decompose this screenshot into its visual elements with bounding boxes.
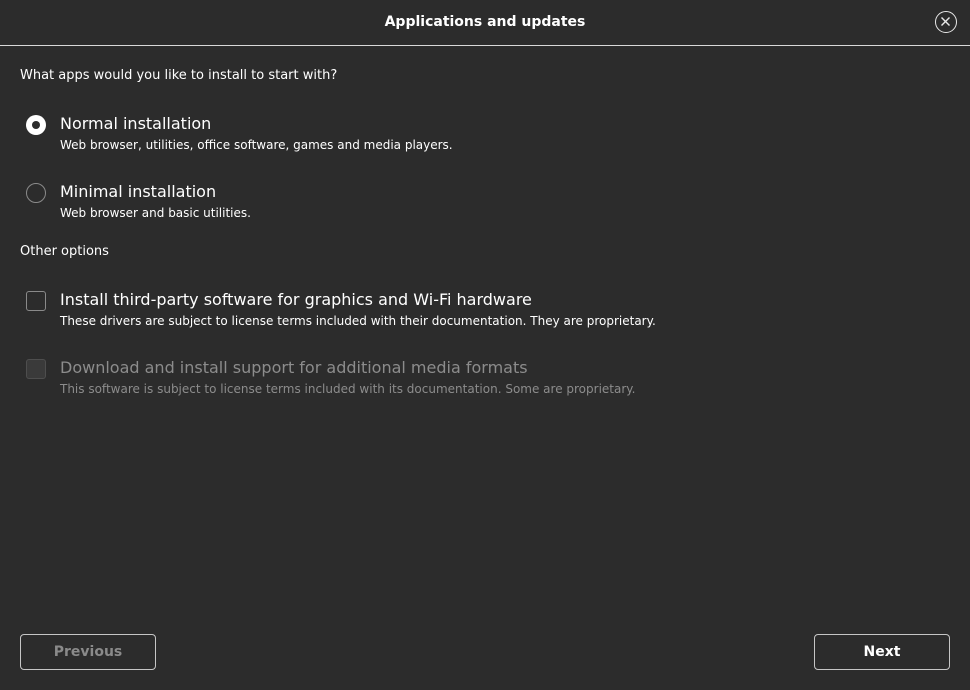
third-party-software-option[interactable]: Install third-party software for graphic… bbox=[26, 290, 926, 338]
option-label: Download and install support for additio… bbox=[60, 358, 528, 377]
media-formats-checkbox bbox=[26, 359, 46, 379]
install-type-question: What apps would you like to install to s… bbox=[20, 68, 338, 83]
next-button[interactable]: Next bbox=[814, 634, 950, 670]
option-label: Install third-party software for graphic… bbox=[60, 290, 532, 309]
title-bar: Applications and updates bbox=[0, 0, 970, 46]
media-formats-option: Download and install support for additio… bbox=[26, 358, 926, 406]
installer-window: Applications and updates What apps would… bbox=[0, 0, 970, 690]
option-description: Web browser, utilities, office software,… bbox=[60, 138, 453, 152]
other-options-heading: Other options bbox=[20, 244, 109, 259]
close-icon bbox=[941, 17, 950, 26]
option-label: Minimal installation bbox=[60, 182, 217, 201]
previous-button[interactable]: Previous bbox=[20, 634, 156, 670]
option-description: These drivers are subject to license ter… bbox=[60, 314, 656, 328]
option-description: This software is subject to license term… bbox=[60, 382, 636, 396]
option-description: Web browser and basic utilities. bbox=[60, 206, 251, 220]
normal-installation-option[interactable]: Normal installation Web browser, utiliti… bbox=[26, 114, 926, 162]
close-button[interactable] bbox=[935, 11, 957, 33]
option-label: Normal installation bbox=[60, 114, 212, 133]
third-party-software-checkbox[interactable] bbox=[26, 291, 46, 311]
minimal-installation-radio[interactable] bbox=[26, 183, 46, 203]
minimal-installation-option[interactable]: Minimal installation Web browser and bas… bbox=[26, 182, 926, 230]
normal-installation-radio[interactable] bbox=[26, 115, 46, 135]
window-title: Applications and updates bbox=[384, 14, 586, 30]
